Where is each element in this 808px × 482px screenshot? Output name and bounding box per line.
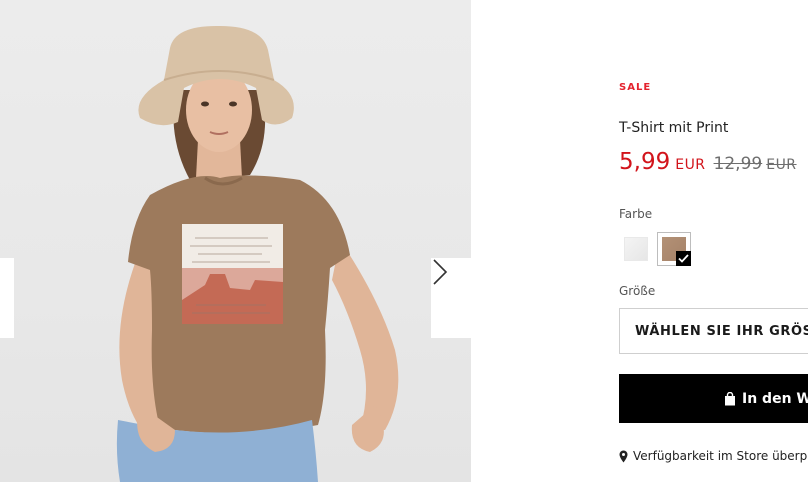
current-price-currency: EUR (675, 157, 706, 173)
gallery-next-button[interactable] (431, 258, 471, 338)
color-label: Farbe (619, 207, 653, 221)
old-price-currency: EUR (766, 157, 797, 173)
size-select-placeholder: WÄHLEN SIE IHR GRÖSS (635, 323, 808, 339)
check-icon (676, 251, 691, 266)
product-info-panel: SALE T-Shirt mit Print 5,99 EUR 12,99 EUR F… (619, 0, 808, 482)
color-swatch-brown[interactable] (657, 232, 691, 266)
gallery-prev-button[interactable] (0, 258, 14, 338)
shopping-bag-icon (724, 391, 736, 406)
add-to-cart-button[interactable]: In den W (619, 374, 808, 423)
chevron-right-icon (433, 259, 448, 285)
sale-badge: SALE (619, 82, 652, 93)
size-label: Größe (619, 284, 656, 298)
size-select[interactable]: WÄHLEN SIE IHR GRÖSS (619, 308, 808, 354)
map-pin-icon (619, 450, 628, 463)
old-price: 12,99 (713, 154, 763, 174)
current-price: 5,99 (619, 149, 671, 175)
product-title: T-Shirt mit Print (619, 120, 729, 136)
color-swatch-white[interactable] (624, 237, 648, 261)
add-to-cart-label: In den W (742, 390, 808, 407)
price-row: 5,99 EUR 12,99 EUR (619, 149, 797, 175)
store-availability-label: Verfügbarkeit im Store überp (633, 449, 808, 463)
store-availability-link[interactable]: Verfügbarkeit im Store überp (619, 449, 807, 463)
product-image[interactable] (0, 0, 471, 482)
product-photo-illustration (116, 25, 399, 482)
